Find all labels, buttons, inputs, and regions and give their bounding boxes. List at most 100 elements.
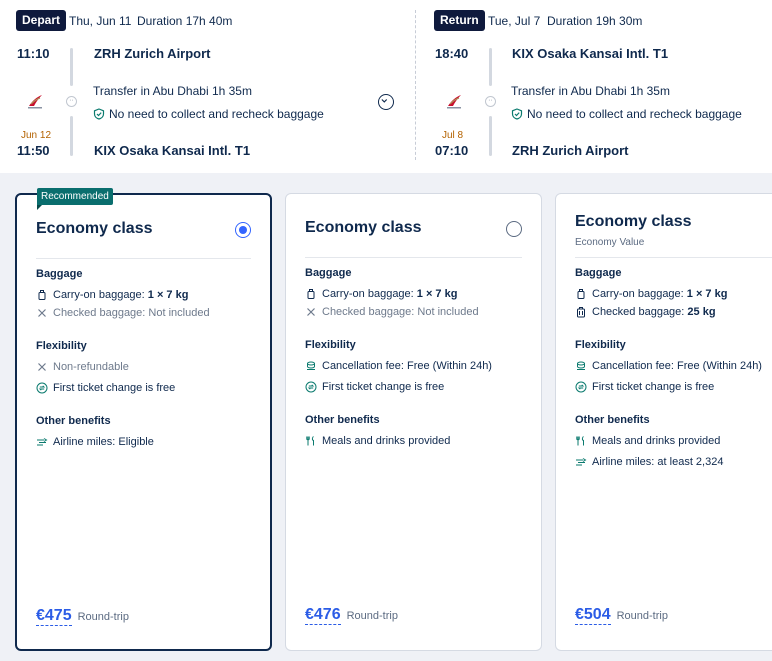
depart-baggage-note: No need to collect and recheck baggage	[93, 107, 324, 121]
fare-class-title: Economy class	[575, 213, 692, 230]
return-arr-airport: ZRH Zurich Airport	[512, 143, 629, 158]
return-leg: Return Tue, Jul 7 Duration 19h 30m 18:40…	[418, 0, 772, 173]
other-benefits-heading: Other benefits	[36, 415, 111, 427]
fare-price[interactable]: €504	[575, 606, 611, 625]
fare-class-subtitle: Economy Value	[575, 237, 645, 248]
cancellation-coins-icon	[577, 361, 585, 370]
miles-label: Airline miles: Eligible	[53, 436, 154, 448]
refund-feature: Non-refundable	[36, 361, 129, 373]
checked-feature: Checked baggage: Not included	[305, 306, 479, 318]
flexibility-heading: Flexibility	[36, 340, 87, 352]
fare-price[interactable]: €476	[305, 606, 341, 625]
price-note: Round-trip	[616, 610, 668, 622]
depart-arr-time: 11:50	[17, 143, 50, 158]
checked-feature: Checked baggage: Not included	[36, 307, 210, 319]
carry-on-feature: Carry-on baggage: 1 × 7 kg	[305, 288, 457, 300]
divider	[305, 257, 522, 258]
meals-label: Meals and drinks provided	[592, 435, 721, 447]
baggage-heading: Baggage	[575, 267, 622, 279]
carry-on-feature: Carry-on baggage: 1 × 7 kg	[575, 288, 727, 300]
timeline-line	[70, 116, 73, 156]
checked-value: 25 kg	[687, 306, 716, 318]
fare-class-title: Economy class	[305, 219, 422, 236]
fare-card-economy-value[interactable]: Economy class Economy Value Baggage Carr…	[555, 193, 772, 651]
carry-on-bag-icon	[577, 289, 585, 299]
expand-details-button[interactable]	[378, 94, 394, 110]
fare-options: Recommended Economy class Baggage Carry-…	[0, 173, 772, 661]
airline-miles-icon	[37, 438, 48, 446]
carry-on-value: 1 × 7 kg	[686, 288, 728, 300]
baggage-note-text: No need to collect and recheck baggage	[109, 107, 324, 121]
depart-leg: Depart Thu, Jun 11 Duration 17h 40m 11:1…	[0, 0, 415, 173]
return-transfer: Transfer in Abu Dhabi 1h 35m	[511, 84, 670, 98]
depart-dep-airport: ZRH Zurich Airport	[94, 46, 211, 61]
depart-arr-nextday: Jun 12	[21, 130, 52, 141]
depart-arr-airport: KIX Osaka Kansai Intl. T1	[94, 143, 251, 158]
baggage-heading: Baggage	[305, 267, 352, 279]
checked-label: Checked baggage: Not included	[322, 306, 479, 318]
price-row: €504 Round-trip	[575, 606, 668, 625]
carry-on-feature: Carry-on baggage: 1 × 7 kg	[36, 289, 188, 301]
shield-check-icon	[93, 108, 105, 120]
timeline-line	[489, 116, 492, 156]
return-date: Tue, Jul 7	[488, 14, 541, 28]
recommended-tag: Recommended	[37, 188, 113, 210]
price-row: €476 Round-trip	[305, 606, 398, 625]
x-icon	[38, 309, 46, 317]
depart-dep-time: 11:10	[17, 46, 50, 61]
change-label: First ticket change is free	[322, 381, 445, 393]
return-dep-airport: KIX Osaka Kansai Intl. T1	[512, 46, 669, 61]
cancellation-feature: Cancellation fee: Free (Within 24h)	[305, 360, 492, 372]
flexibility-heading: Flexibility	[575, 339, 626, 351]
other-benefits-heading: Other benefits	[575, 414, 650, 426]
baggage-note-text: No need to collect and recheck baggage	[527, 107, 742, 121]
carry-on-value: 1 × 7 kg	[147, 289, 189, 301]
return-baggage-note: No need to collect and recheck baggage	[511, 107, 742, 121]
fare-radio[interactable]	[235, 222, 251, 238]
checked-bag-icon	[577, 307, 585, 318]
baggage-heading: Baggage	[36, 268, 83, 280]
meals-label: Meals and drinks provided	[322, 435, 451, 447]
meals-feature: Meals and drinks provided	[575, 435, 720, 447]
depart-duration: Duration 17h 40m	[137, 14, 233, 28]
fare-radio[interactable]	[506, 221, 522, 237]
flight-summary: Depart Thu, Jun 11 Duration 17h 40m 11:1…	[0, 0, 772, 173]
change-feature: First ticket change is free	[305, 381, 444, 393]
change-label: First ticket change is free	[592, 381, 715, 393]
cancellation-label: Cancellation fee: Free (Within 24h)	[322, 360, 492, 372]
change-ticket-icon	[305, 381, 317, 393]
return-arr-nextday: Jul 8	[442, 130, 464, 141]
miles-label: Airline miles: at least 2,324	[592, 456, 724, 468]
airline-miles-icon	[576, 458, 587, 466]
divider	[575, 257, 772, 258]
checked-label: Checked baggage: Not included	[53, 307, 210, 319]
fare-card-economy-1[interactable]: Recommended Economy class Baggage Carry-…	[15, 188, 272, 651]
carry-on-bag-icon	[38, 290, 46, 300]
fare-price[interactable]: €475	[36, 607, 72, 626]
price-note: Round-trip	[346, 610, 398, 622]
carry-on-bag-icon	[307, 289, 315, 299]
flexibility-heading: Flexibility	[305, 339, 356, 351]
carry-on-label: Carry-on baggage:	[53, 289, 148, 301]
other-benefits-heading: Other benefits	[305, 414, 380, 426]
refund-label: Non-refundable	[53, 361, 129, 373]
timeline-line	[489, 48, 492, 86]
change-label: First ticket change is free	[53, 382, 176, 394]
leg-divider	[415, 10, 416, 160]
divider	[36, 258, 251, 259]
price-note: Round-trip	[77, 611, 129, 623]
depart-transfer: Transfer in Abu Dhabi 1h 35m	[93, 84, 252, 98]
depart-date: Thu, Jun 11	[69, 14, 132, 28]
return-dep-time: 18:40	[435, 46, 469, 61]
carry-on-label: Carry-on baggage:	[322, 288, 417, 300]
return-duration: Duration 19h 30m	[547, 14, 643, 28]
x-icon	[38, 363, 46, 371]
shield-check-icon	[511, 108, 523, 120]
cancellation-label: Cancellation fee: Free (Within 24h)	[592, 360, 762, 372]
fare-class-title: Economy class	[36, 220, 153, 237]
cancellation-feature: Cancellation fee: Free (Within 24h)	[575, 360, 762, 372]
chevron-down-icon	[381, 99, 388, 103]
fare-card-economy-2[interactable]: Economy class Baggage Carry-on baggage: …	[285, 193, 542, 651]
meals-icon	[576, 436, 584, 446]
miles-feature: Airline miles: Eligible	[36, 436, 154, 448]
